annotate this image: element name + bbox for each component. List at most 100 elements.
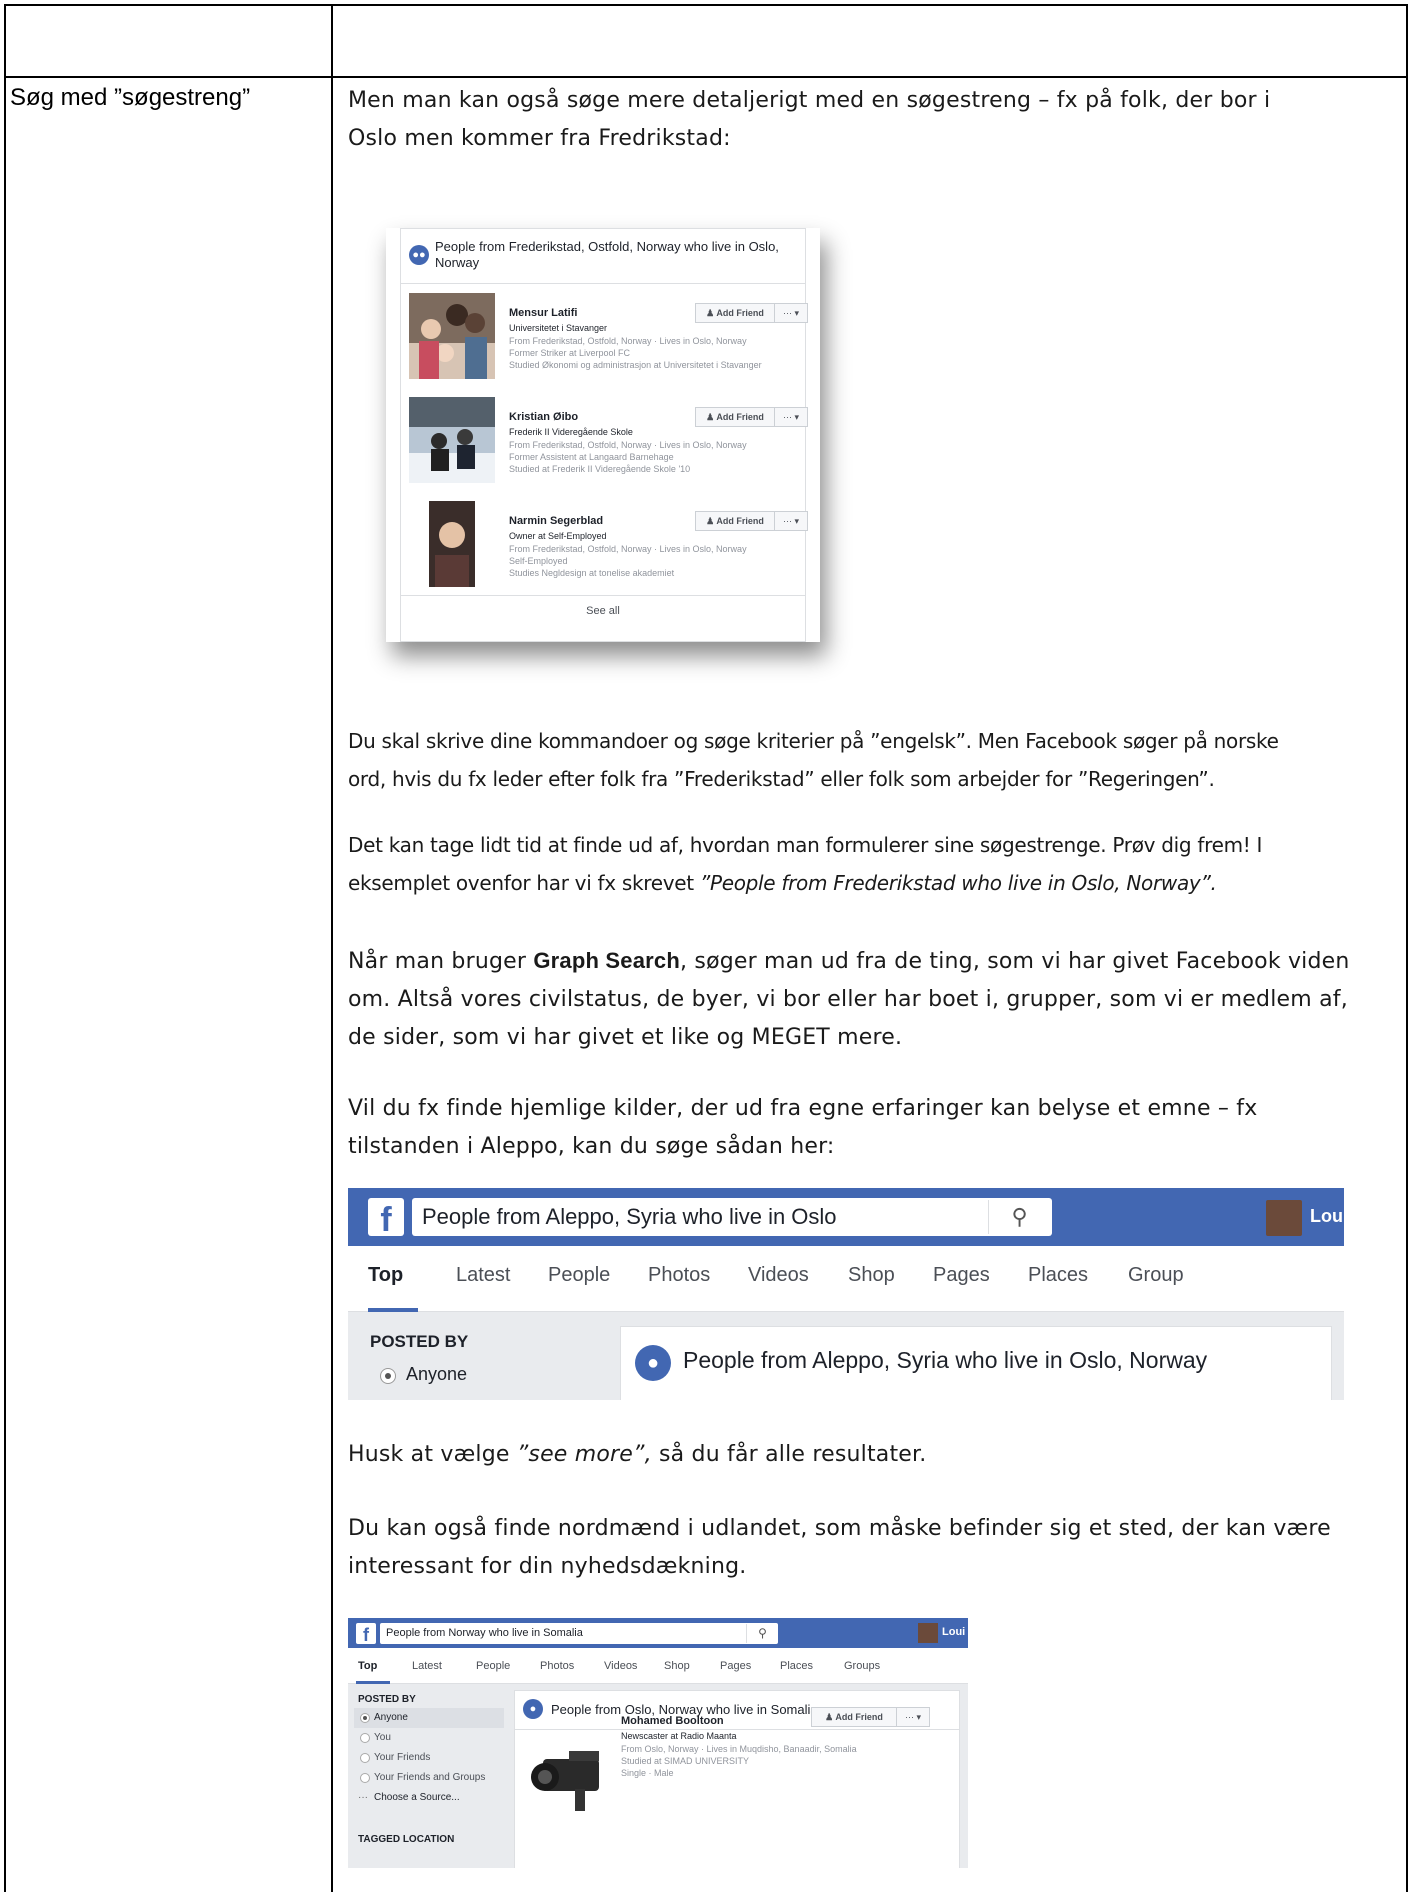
- results-area: POSTED BY Anyone ● People from Aleppo, S…: [348, 1312, 1344, 1400]
- person-line: Former Assistent at Langaard Barnehage: [509, 452, 674, 462]
- choose-source-label: Choose a Source...: [374, 1792, 460, 1803]
- user-name[interactable]: Loui: [942, 1626, 965, 1638]
- add-friend-button[interactable]: ♟ Add Friend: [695, 511, 775, 531]
- tab-places[interactable]: Places: [1028, 1264, 1088, 1287]
- para-text: Når man bruger: [348, 949, 534, 974]
- person-line: From Frederikstad, Ostfold, Norway · Liv…: [509, 544, 747, 554]
- person-result[interactable]: Kristian Øibo Frederik II Videregående S…: [409, 397, 808, 493]
- para-line: Husk at vælge ”see more”, så du får alle…: [348, 1436, 1378, 1474]
- anyone-radio[interactable]: [380, 1368, 396, 1384]
- radio-icon: [360, 1713, 370, 1723]
- table-top-border: [4, 4, 1408, 6]
- tab-groups[interactable]: Group: [1128, 1264, 1184, 1287]
- filter-option-friends[interactable]: Your Friends: [354, 1748, 504, 1768]
- user-name[interactable]: Lou: [1310, 1206, 1343, 1227]
- person-line: Studied at Frederik II Videregående Skol…: [509, 464, 691, 474]
- add-friend-button[interactable]: ♟ Add Friend: [811, 1707, 897, 1727]
- more-options-button[interactable]: ··· ▾: [774, 303, 808, 323]
- search-icon[interactable]: ⚲: [746, 1624, 778, 1643]
- somalia-search-screenshot: f People from Norway who live in Somalia…: [348, 1618, 968, 1868]
- tab-top[interactable]: Top: [358, 1660, 377, 1672]
- tab-videos[interactable]: Videos: [748, 1264, 809, 1287]
- person-name[interactable]: Mohamed Booltoon: [621, 1715, 724, 1727]
- person-name[interactable]: Mensur Latifi: [509, 307, 577, 319]
- profile-photo[interactable]: [525, 1741, 615, 1815]
- more-dots-icon: ···: [358, 1792, 368, 1803]
- intro-paragraph: Men man kan også søge mere detaljerigt m…: [348, 82, 1378, 158]
- para-line: om. Altså vores civilstatus, de byer, vi…: [348, 987, 1348, 1012]
- tab-people[interactable]: People: [548, 1264, 610, 1287]
- avatar[interactable]: [918, 1623, 938, 1643]
- profile-photo[interactable]: [409, 293, 495, 379]
- table-left-border: [4, 4, 6, 1892]
- result-title[interactable]: People from Aleppo, Syria who live in Os…: [683, 1347, 1207, 1374]
- more-options-button[interactable]: ··· ▾: [896, 1707, 930, 1727]
- table-right-border: [1406, 4, 1408, 1892]
- facebook-logo-icon[interactable]: f: [368, 1198, 404, 1239]
- search-input[interactable]: People from Norway who live in Somalia: [380, 1623, 778, 1644]
- person-result[interactable]: Mensur Latifi Universitetet i Stavanger …: [409, 293, 808, 389]
- profile-photo[interactable]: [409, 397, 495, 483]
- tab-photos[interactable]: Photos: [540, 1660, 574, 1672]
- add-friend-label: Add Friend: [716, 308, 764, 318]
- result-card-screenshot: ●● People from Frederikstad, Ostfold, No…: [386, 228, 820, 642]
- person-name[interactable]: Kristian Øibo: [509, 411, 578, 423]
- paragraph-try-yourself: Det kan tage lidt tid at finde ud af, hv…: [348, 826, 1378, 902]
- divider: [401, 595, 805, 596]
- avatar[interactable]: [1266, 1200, 1302, 1236]
- group-icon: ●: [635, 1345, 671, 1381]
- filter-option-anyone[interactable]: Anyone: [354, 1708, 504, 1728]
- person-name[interactable]: Narmin Segerblad: [509, 515, 603, 527]
- paragraph-abroad: Du kan også finde nordmænd i udlandet, s…: [348, 1510, 1378, 1586]
- choose-source-link[interactable]: ··· Choose a Source...: [354, 1788, 504, 1808]
- profile-photo[interactable]: [429, 501, 475, 587]
- more-options-button[interactable]: ··· ▾: [774, 407, 808, 427]
- tab-shop[interactable]: Shop: [848, 1264, 895, 1287]
- divider: [515, 1729, 959, 1730]
- divider: [401, 283, 805, 284]
- tab-photos[interactable]: Photos: [648, 1264, 710, 1287]
- add-friend-button[interactable]: ♟ Add Friend: [695, 407, 775, 427]
- person-line: Newscaster at Radio Maanta: [621, 1731, 737, 1741]
- paragraph-graph-search: Når man bruger Graph Search, søger man u…: [348, 942, 1378, 1057]
- tab-latest[interactable]: Latest: [456, 1264, 510, 1287]
- radio-icon: [360, 1753, 370, 1763]
- para-text: eksemplet ovenfor har vi fx skrevet: [348, 871, 700, 895]
- snow-photo-icon: [409, 397, 495, 483]
- add-friend-button[interactable]: ♟ Add Friend: [695, 303, 775, 323]
- tab-top[interactable]: Top: [368, 1264, 403, 1287]
- filter-option-you[interactable]: You: [354, 1728, 504, 1748]
- add-friend-label: Add Friend: [716, 516, 764, 526]
- search-input[interactable]: People from Aleppo, Syria who live in Os…: [412, 1198, 1052, 1236]
- example-query: ”People from Frederikstad who live in Os…: [699, 871, 1217, 895]
- facebook-logo-icon[interactable]: f: [356, 1623, 376, 1645]
- filter-option-friends-groups[interactable]: Your Friends and Groups: [354, 1768, 504, 1788]
- tab-pages[interactable]: Pages: [720, 1660, 751, 1672]
- person-result[interactable]: Narmin Segerblad Owner at Self-Employed …: [409, 501, 808, 597]
- results-area: POSTED BY Anyone You Your Friends Your F…: [348, 1684, 968, 1868]
- see-all-link[interactable]: See all: [401, 605, 805, 617]
- more-options-button[interactable]: ··· ▾: [774, 511, 808, 531]
- tab-shop[interactable]: Shop: [664, 1660, 690, 1672]
- para-line: Vil du fx finde hjemlige kilder, der ud …: [348, 1096, 1258, 1121]
- tab-videos[interactable]: Videos: [604, 1660, 637, 1672]
- paragraph-see-more: Husk at vælge ”see more”, så du får alle…: [348, 1436, 1378, 1474]
- result-box: ● People from Aleppo, Syria who live in …: [620, 1326, 1332, 1400]
- search-tabs: Top Latest People Photos Videos Shop Pag…: [348, 1648, 968, 1684]
- search-icon[interactable]: ⚲: [988, 1200, 1050, 1234]
- person-line: Studies Negldesign at tonelise akademiet: [509, 568, 675, 578]
- para-text: , søger man ud fra de ting, som vi har g…: [680, 949, 1350, 974]
- tab-latest[interactable]: Latest: [412, 1660, 442, 1672]
- para-line: interessant for din nyhedsdækning.: [348, 1554, 747, 1579]
- tab-groups[interactable]: Groups: [844, 1660, 880, 1672]
- search-tabs: Top Latest People Photos Videos Shop Pag…: [348, 1246, 1344, 1312]
- table-row-divider: [4, 76, 1408, 78]
- tab-pages[interactable]: Pages: [933, 1264, 990, 1287]
- paragraph-english-criteria: Du skal skrive dine kommandoer og søge k…: [348, 722, 1378, 798]
- para-line: Du kan også finde nordmænd i udlandet, s…: [348, 1516, 1331, 1541]
- tab-places[interactable]: Places: [780, 1660, 813, 1672]
- anyone-label[interactable]: Anyone: [406, 1364, 467, 1385]
- tab-people[interactable]: People: [476, 1660, 510, 1672]
- add-friend-label: Add Friend: [835, 1712, 883, 1722]
- person-line: Studied at SIMAD UNIVERSITY: [621, 1756, 750, 1766]
